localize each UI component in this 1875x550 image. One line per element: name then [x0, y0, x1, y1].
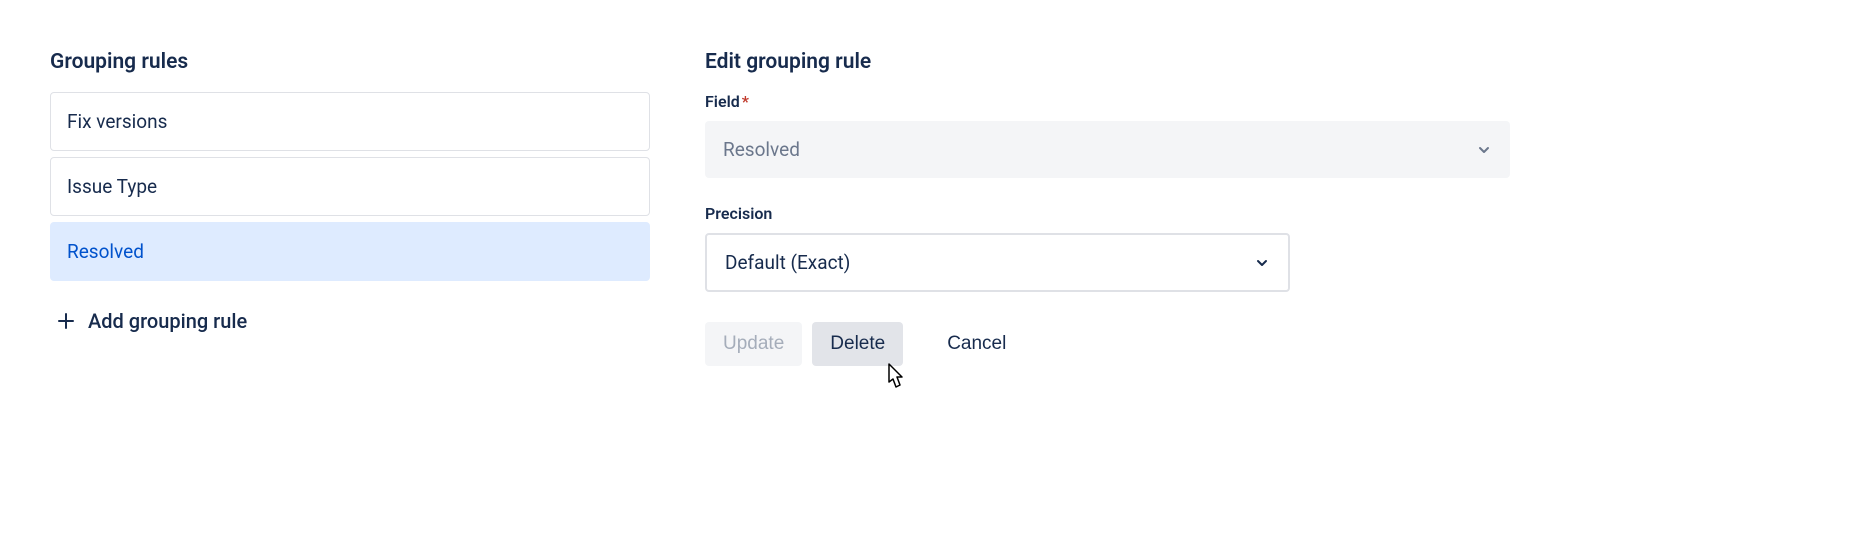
delete-button[interactable]: Delete	[812, 322, 903, 366]
rules-list: Fix versions Issue Type Resolved	[50, 92, 650, 281]
field-group-field: Field * Resolved	[705, 92, 1510, 178]
precision-label: Precision	[705, 204, 1510, 223]
rule-item-resolved[interactable]: Resolved	[50, 222, 650, 281]
precision-select[interactable]: Default (Exact)	[705, 233, 1290, 292]
field-label: Field *	[705, 92, 1510, 111]
edit-rule-title: Edit grouping rule	[705, 50, 1510, 74]
precision-label-text: Precision	[705, 204, 772, 223]
edit-rule-panel: Edit grouping rule Field * Resolved Prec…	[705, 50, 1510, 366]
rule-item-label: Fix versions	[67, 110, 167, 133]
grouping-rules-title: Grouping rules	[50, 50, 650, 74]
cancel-button[interactable]: Cancel	[929, 322, 1024, 366]
required-indicator: *	[742, 92, 749, 111]
rule-item-issue-type[interactable]: Issue Type	[50, 157, 650, 216]
precision-value: Default (Exact)	[725, 251, 850, 274]
rule-item-label: Resolved	[67, 240, 144, 263]
field-value: Resolved	[723, 138, 800, 161]
plus-icon	[56, 311, 76, 331]
add-rule-label: Add grouping rule	[88, 309, 247, 333]
grouping-rules-panel: Grouping rules Fix versions Issue Type R…	[50, 50, 650, 366]
update-button[interactable]: Update	[705, 322, 802, 366]
field-label-text: Field	[705, 92, 740, 111]
cursor-pointer-icon	[880, 362, 910, 400]
rule-item-label: Issue Type	[67, 175, 157, 198]
field-select[interactable]: Resolved	[705, 121, 1510, 178]
chevron-down-icon	[1254, 255, 1270, 271]
button-row: Update Delete Cancel	[705, 322, 1510, 366]
add-grouping-rule-button[interactable]: Add grouping rule	[50, 295, 650, 347]
chevron-down-icon	[1476, 142, 1492, 158]
field-group-precision: Precision Default (Exact)	[705, 204, 1510, 292]
rule-item-fix-versions[interactable]: Fix versions	[50, 92, 650, 151]
